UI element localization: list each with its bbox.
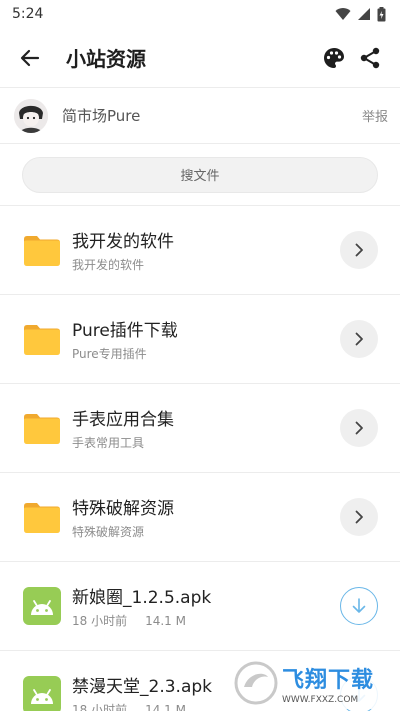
list-item[interactable]: 新娘圈_1.2.5.apk 18 小时前 14.1 M bbox=[0, 562, 400, 651]
status-icons bbox=[335, 6, 386, 22]
chevron-right-icon bbox=[355, 332, 363, 346]
share-icon bbox=[360, 47, 380, 68]
signal-icon bbox=[358, 8, 370, 20]
item-title: Pure插件下载 bbox=[72, 321, 178, 341]
item-subtitle: 手表常用工具 bbox=[72, 436, 145, 450]
item-size: 14.1 M bbox=[145, 614, 186, 628]
owner-row[interactable]: 简市场Pure 举报 bbox=[0, 88, 400, 144]
folder-icon bbox=[24, 236, 60, 266]
page-title: 小站资源 bbox=[66, 47, 146, 71]
share-button[interactable] bbox=[352, 40, 388, 76]
chevron-right-icon bbox=[355, 421, 363, 435]
watermark: 飞翔下载 WWW.FXXZ.COM bbox=[234, 657, 392, 709]
chevron-right-icon bbox=[355, 510, 363, 524]
list-item[interactable]: 手表应用合集 手表常用工具 bbox=[0, 384, 400, 473]
folder-icon bbox=[24, 414, 60, 444]
back-button[interactable] bbox=[12, 40, 48, 76]
search-input[interactable]: 搜文件 bbox=[22, 156, 378, 193]
download-icon bbox=[352, 598, 366, 613]
item-subtitle: Pure专用插件 bbox=[72, 347, 147, 361]
theme-button[interactable] bbox=[316, 40, 352, 76]
list-item[interactable]: 我开发的软件 我开发的软件 bbox=[0, 206, 400, 295]
search-section: 搜文件 bbox=[0, 144, 400, 206]
chevron-right-icon bbox=[355, 243, 363, 257]
item-time: 18 小时前 bbox=[72, 703, 128, 711]
list-item[interactable]: 特殊破解资源 特殊破解资源 bbox=[0, 473, 400, 562]
item-subtitle: 我开发的软件 bbox=[72, 258, 145, 272]
app-bar: 小站资源 bbox=[0, 28, 400, 88]
watermark-logo-icon bbox=[234, 661, 278, 705]
item-title: 我开发的软件 bbox=[72, 232, 174, 252]
battery-icon bbox=[377, 6, 386, 21]
item-time: 18 小时前 bbox=[72, 614, 128, 628]
folder-icon bbox=[24, 325, 60, 355]
item-subtitle: 特殊破解资源 bbox=[72, 525, 145, 539]
list-item[interactable]: Pure插件下载 Pure专用插件 bbox=[0, 295, 400, 384]
folder-icon bbox=[24, 503, 60, 533]
open-button[interactable] bbox=[340, 498, 378, 536]
palette-icon bbox=[324, 47, 344, 68]
wifi-icon bbox=[335, 8, 351, 20]
android-apk-icon bbox=[23, 676, 61, 711]
arrow-left-icon bbox=[20, 49, 40, 66]
open-button[interactable] bbox=[340, 409, 378, 447]
item-text: 我开发的软件 我开发的软件 bbox=[72, 227, 340, 273]
file-list: 我开发的软件 我开发的软件 Pure插件下载 Pure专用插件 手表应用合集 手… bbox=[0, 206, 400, 711]
item-title: 手表应用合集 bbox=[72, 410, 174, 430]
item-text: 新娘圈_1.2.5.apk 18 小时前 14.1 M bbox=[72, 583, 340, 629]
download-button[interactable] bbox=[340, 587, 378, 625]
owner-name: 简市场Pure bbox=[62, 107, 141, 125]
watermark-text: 飞翔下载 WWW.FXXZ.COM bbox=[282, 662, 374, 705]
item-text: 特殊破解资源 特殊破解资源 bbox=[72, 494, 340, 540]
status-time: 5:24 bbox=[12, 6, 44, 22]
open-button[interactable] bbox=[340, 231, 378, 269]
item-text: 手表应用合集 手表常用工具 bbox=[72, 405, 340, 451]
watermark-url: WWW.FXXZ.COM bbox=[282, 694, 359, 705]
avatar[interactable] bbox=[14, 98, 48, 133]
open-button[interactable] bbox=[340, 320, 378, 358]
android-apk-icon bbox=[23, 587, 61, 625]
item-meta: 18 小时前 14.1 M bbox=[72, 612, 340, 629]
item-size: 14.1 M bbox=[145, 703, 186, 711]
item-title: 特殊破解资源 bbox=[72, 499, 174, 519]
status-bar: 5:24 bbox=[0, 0, 400, 28]
watermark-title: 飞翔下载 bbox=[282, 667, 375, 693]
item-title: 新娘圈_1.2.5.apk bbox=[72, 588, 212, 608]
item-text: Pure插件下载 Pure专用插件 bbox=[72, 316, 340, 362]
report-button[interactable]: 举报 bbox=[362, 106, 388, 125]
